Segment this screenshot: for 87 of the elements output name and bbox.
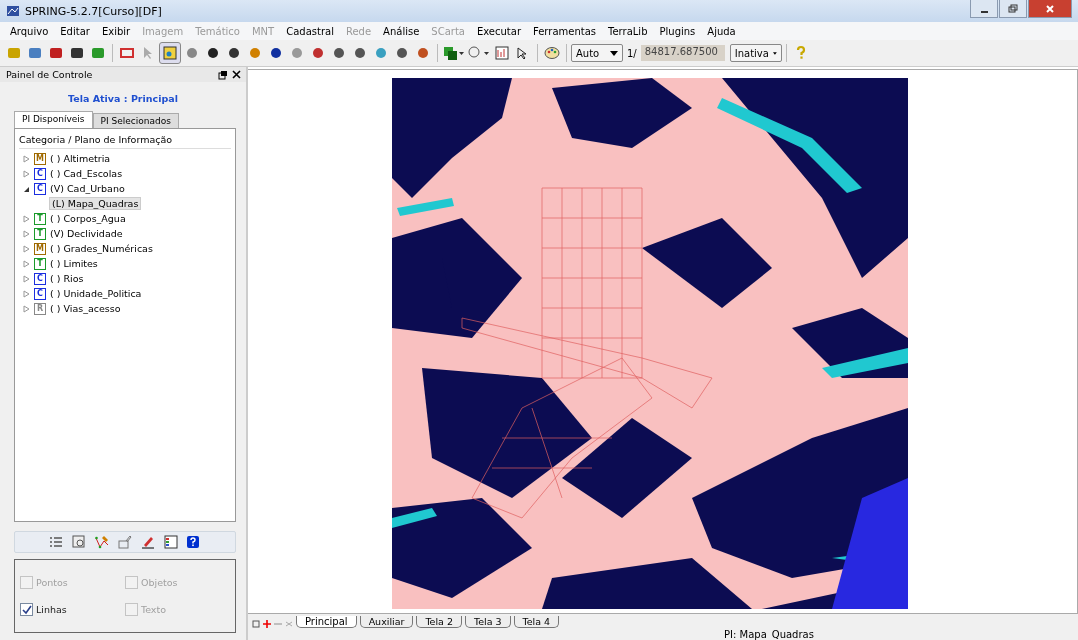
- help-icon[interactable]: [186, 535, 201, 549]
- expand-icon[interactable]: [23, 259, 30, 268]
- tree-item[interactable]: ( ) Cad_Escolas: [50, 168, 123, 179]
- menu-item[interactable]: Análise: [377, 25, 426, 37]
- screen-tab[interactable]: Principal: [296, 616, 357, 628]
- screen-tab[interactable]: Tela 4: [513, 616, 560, 628]
- edit-vertices-icon[interactable]: [95, 535, 110, 549]
- check-icon: [21, 604, 32, 615]
- category-badge: R: [34, 302, 46, 315]
- checkbox[interactable]: [20, 603, 33, 616]
- panel-tab[interactable]: PI Selecionados: [92, 113, 179, 128]
- tree-item[interactable]: ( ) Rios: [50, 273, 84, 284]
- tree-item[interactable]: ( ) Vias_acesso: [50, 303, 121, 314]
- menu-item[interactable]: Arquivo: [4, 25, 55, 37]
- scale-mode-dropdown[interactable]: Auto: [571, 44, 623, 62]
- float-icon[interactable]: [218, 69, 228, 80]
- category-badge: C: [34, 287, 46, 300]
- legend-icon[interactable]: [163, 535, 178, 549]
- expand-icon[interactable]: [23, 244, 30, 253]
- scale-field[interactable]: 84817.687500: [640, 45, 725, 61]
- expand-icon[interactable]: [23, 229, 30, 238]
- rectangle-icon: [119, 45, 135, 61]
- active-screen-label: Tela Ativa : Principal: [67, 93, 179, 104]
- expand-icon[interactable]: [23, 154, 30, 163]
- category-badge: C: [34, 182, 46, 195]
- category-badge: T: [34, 212, 46, 225]
- screen-tab[interactable]: Tela 2: [416, 616, 462, 628]
- tree-item[interactable]: ( ) Corpos_Agua: [50, 213, 126, 224]
- tree-item[interactable]: ( ) Limites: [50, 258, 98, 269]
- menu-item[interactable]: Ajuda: [701, 25, 742, 37]
- mode-dropdown[interactable]: Inativa: [729, 44, 782, 62]
- restore-icon: [1008, 3, 1018, 14]
- category-badge: M: [34, 152, 46, 165]
- menu-item[interactable]: TerraLib: [602, 25, 654, 37]
- palette-icon: [544, 45, 560, 61]
- scale-prefix: 1/: [627, 47, 637, 59]
- checkbox-label: Objetos: [141, 577, 178, 588]
- tree-item[interactable]: (V) Declividade: [50, 228, 123, 239]
- menu-item[interactable]: Exibir: [95, 25, 137, 37]
- tree-item[interactable]: ( ) Unidade_Politica: [50, 288, 142, 299]
- minimize-button[interactable]: [970, 0, 998, 18]
- panel-title: Painel de Controle: [6, 69, 93, 80]
- category-badge: M: [34, 242, 46, 255]
- color-squares-icon: [443, 45, 465, 61]
- menu-item[interactable]: Cadastral: [280, 25, 340, 37]
- window-icon[interactable]: [252, 620, 260, 628]
- menu-item[interactable]: Executar: [470, 25, 527, 37]
- tree-item[interactable]: (V) Cad_Urbano: [50, 183, 125, 194]
- expand-icon[interactable]: [23, 214, 30, 223]
- expand-icon[interactable]: [23, 304, 30, 313]
- add-icon[interactable]: [263, 620, 271, 628]
- map-icon: [162, 45, 178, 61]
- screen-tab[interactable]: Tela 3: [465, 616, 511, 628]
- close-button[interactable]: [1028, 0, 1072, 18]
- tree-item[interactable]: ( ) Grades_Numéricas: [50, 243, 153, 254]
- category-badge: T: [34, 257, 46, 270]
- menu-item[interactable]: Plugins: [653, 25, 702, 37]
- maximize-button[interactable]: [999, 0, 1027, 18]
- screen-tab[interactable]: Auxiliar: [359, 616, 414, 628]
- checkbox-label: Linhas: [36, 604, 67, 615]
- checkbox-label: Pontos: [36, 577, 68, 588]
- checkbox-label: Texto: [141, 604, 167, 615]
- tree-header: Categoria / Plano de Informação: [19, 132, 231, 149]
- caret-icon: [610, 50, 618, 56]
- app-icon: [6, 4, 20, 18]
- close-icon: [1045, 3, 1055, 14]
- category-badge: T: [34, 227, 46, 240]
- caret-icon: [772, 50, 777, 56]
- list-icon[interactable]: [49, 535, 64, 549]
- panel-tab[interactable]: PI Disponíveis: [14, 111, 93, 128]
- chart-icon: [494, 45, 510, 61]
- tree-item[interactable]: (L) Mapa_Quadras: [49, 197, 142, 210]
- category-badge: C: [34, 272, 46, 285]
- minimize-icon: [980, 10, 988, 13]
- window-title: SPRING-5.2.7[Curso][DF]: [25, 4, 162, 18]
- tree-item[interactable]: ( ) Altimetria: [50, 153, 111, 164]
- category-badge: C: [34, 167, 46, 180]
- table-edit-icon[interactable]: [117, 535, 132, 549]
- expand-icon[interactable]: [23, 274, 30, 283]
- menu-item[interactable]: Ferramentas: [527, 25, 603, 37]
- scale-icon: [468, 45, 490, 61]
- expand-icon[interactable]: [23, 169, 30, 178]
- close-icon[interactable]: [232, 70, 241, 79]
- menu-item[interactable]: Editar: [54, 25, 96, 37]
- expand-icon[interactable]: [23, 289, 30, 298]
- window-search-icon[interactable]: [72, 535, 87, 549]
- status-text: PI: Mapa_Quadras: [724, 629, 814, 640]
